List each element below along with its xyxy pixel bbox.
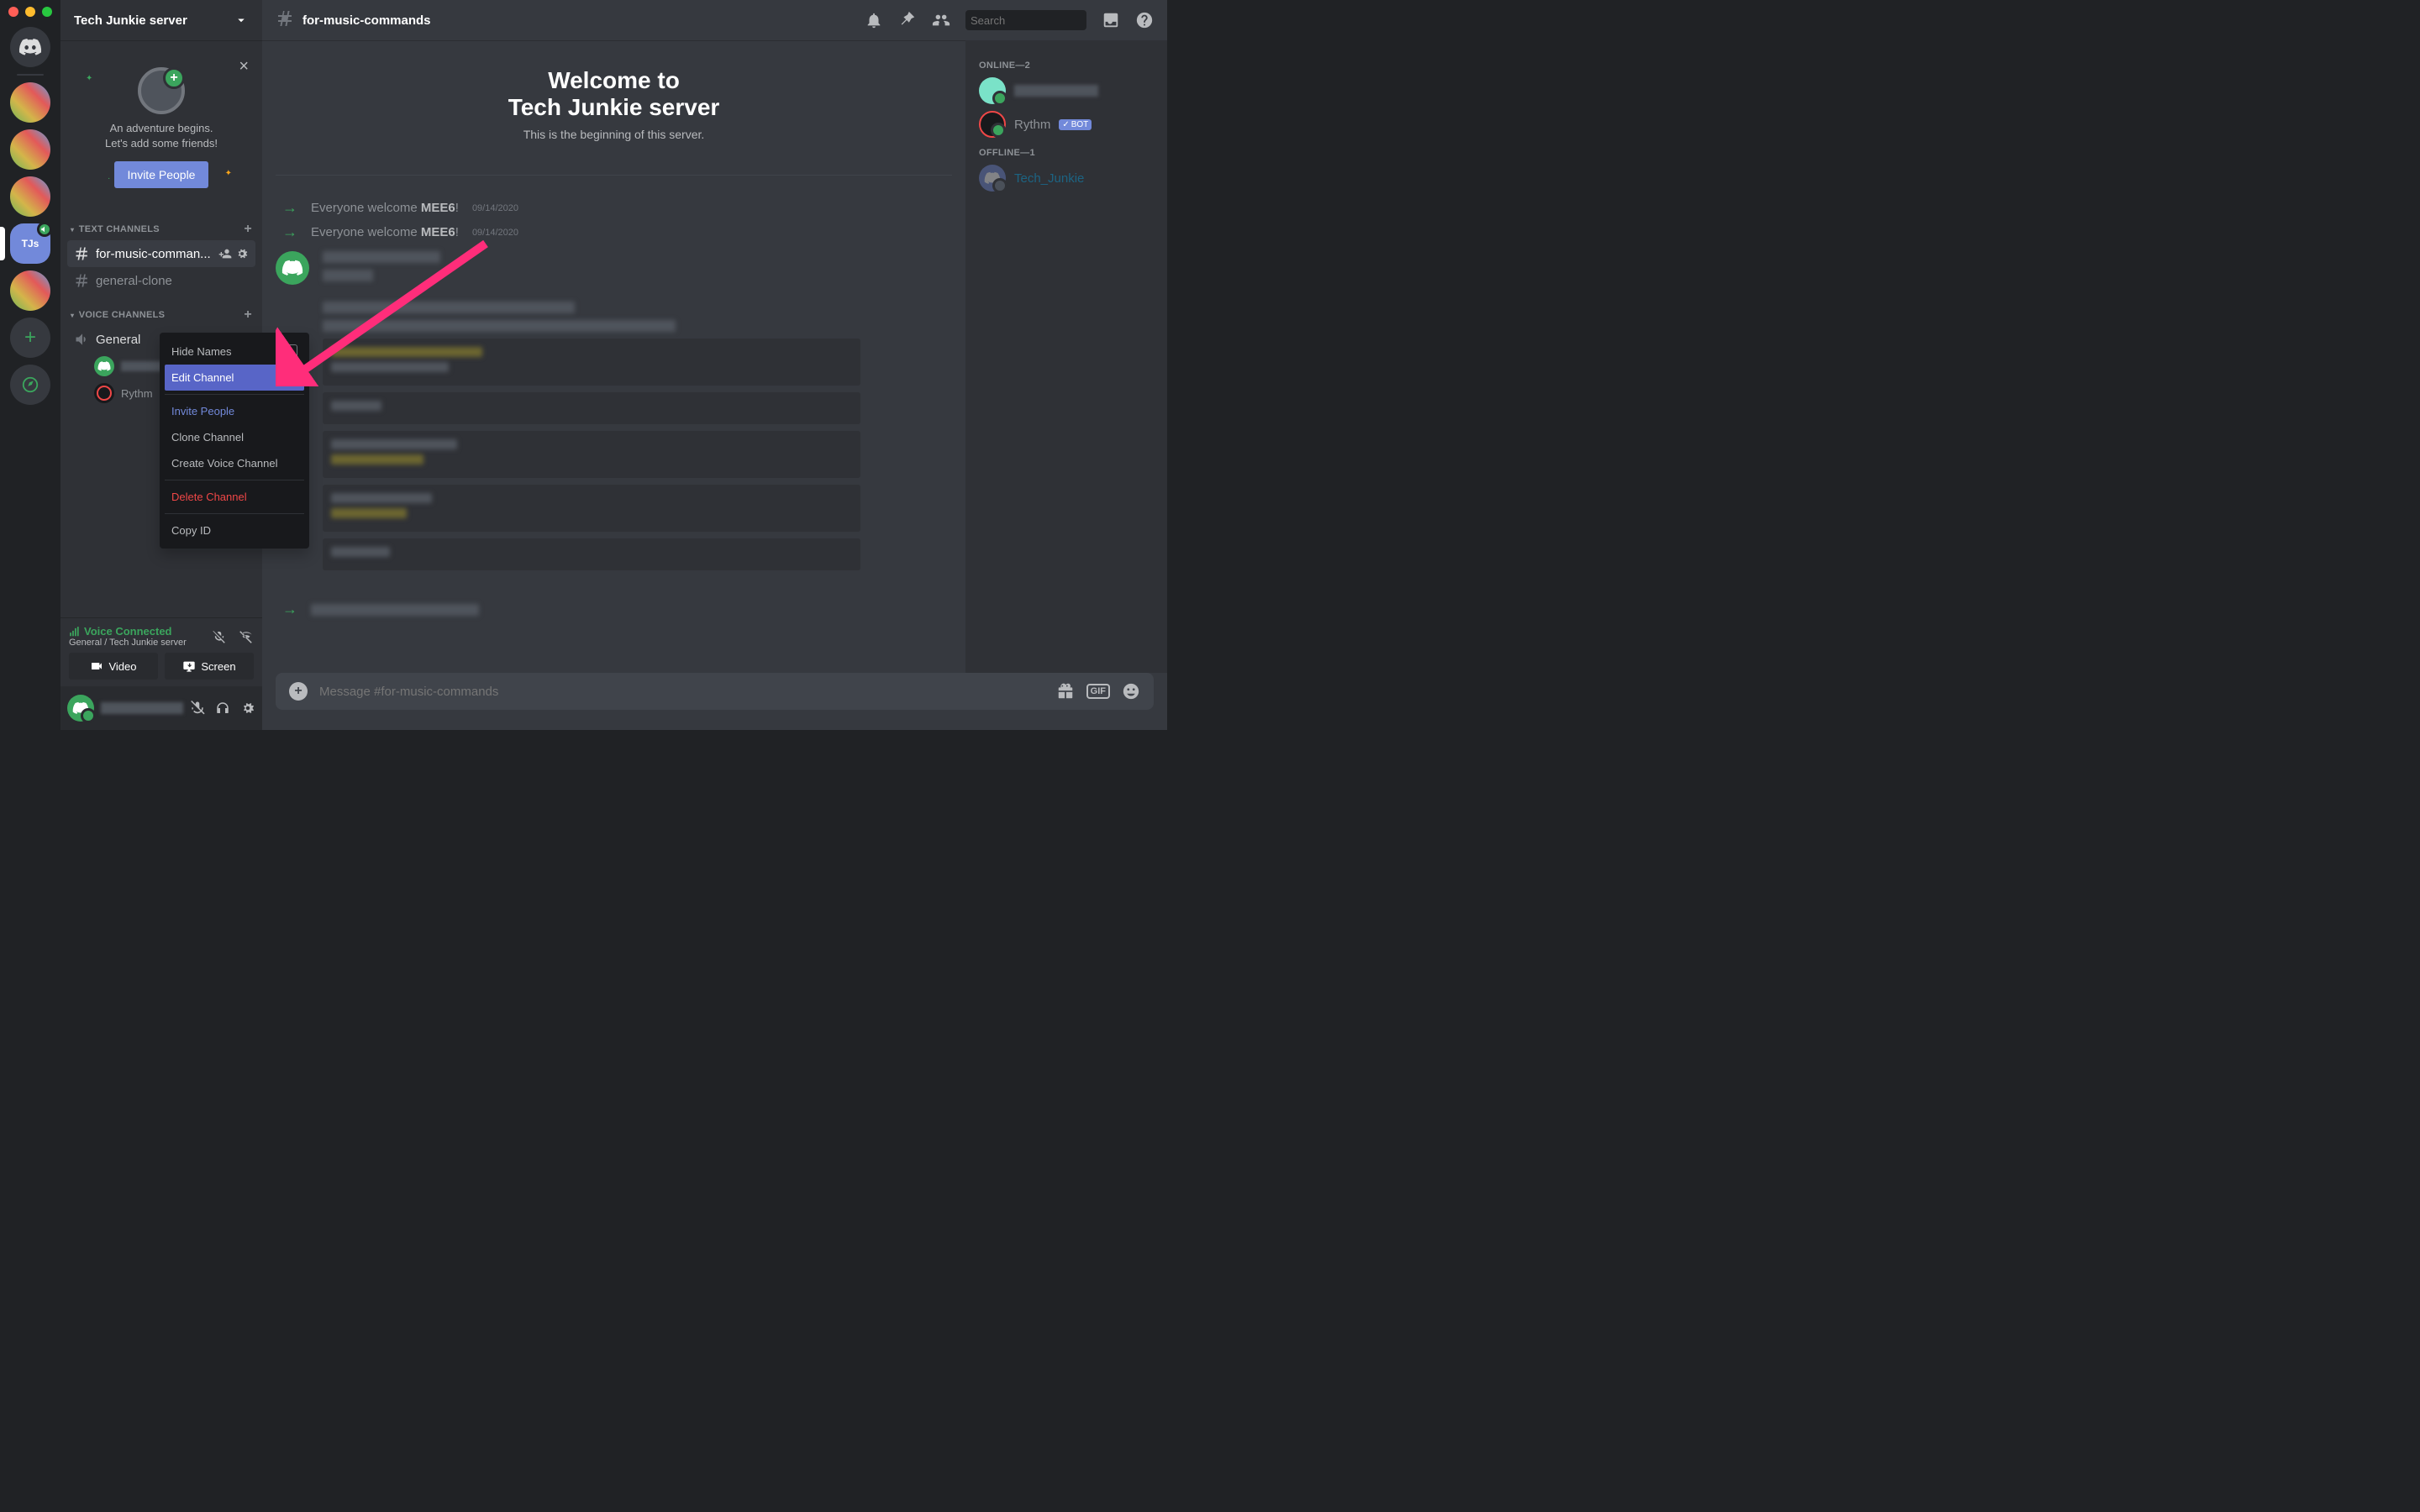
composer: + GIF xyxy=(262,673,1167,730)
inbox-icon[interactable] xyxy=(1102,11,1120,29)
server-item[interactable] xyxy=(10,82,50,123)
close-icon[interactable]: × xyxy=(239,57,249,76)
topbar: for-music-commands xyxy=(262,0,1167,40)
chevron-down-icon xyxy=(234,13,249,28)
member-item-rythm[interactable]: Rythm ✓ BOT xyxy=(972,108,1160,141)
help-icon[interactable] xyxy=(1135,11,1154,29)
noise-suppression-icon[interactable] xyxy=(212,629,227,644)
server-item-selected[interactable]: TJs xyxy=(10,223,50,264)
ctx-copy-id[interactable]: Copy ID xyxy=(165,517,304,543)
voice-indicator-icon xyxy=(37,222,52,237)
invite-card: × ✦✦· An adventure begins.Let's add some… xyxy=(67,54,255,202)
member-item[interactable] xyxy=(972,74,1160,108)
members-toggle-icon[interactable] xyxy=(932,11,950,29)
add-channel-button[interactable]: + xyxy=(244,222,252,237)
system-message: → xyxy=(282,597,952,622)
explore-button[interactable] xyxy=(10,365,50,405)
join-arrow-icon: → xyxy=(282,601,297,618)
deafen-icon[interactable] xyxy=(215,701,230,716)
message xyxy=(276,244,952,295)
add-channel-button[interactable]: + xyxy=(244,307,252,323)
server-rail: TJs + xyxy=(0,0,60,730)
attach-button[interactable]: + xyxy=(289,682,308,701)
join-arrow-icon: → xyxy=(282,199,297,217)
checkbox-icon xyxy=(284,344,297,358)
screen-share-button[interactable]: Screen xyxy=(165,653,254,680)
system-message: → Everyone welcome MEE6! 09/14/2020 xyxy=(282,196,952,220)
avatar[interactable] xyxy=(276,251,309,285)
emoji-icon[interactable] xyxy=(1122,682,1140,701)
channel-general-clone[interactable]: general-clone xyxy=(67,267,255,294)
members-list: ONLINE—2 Rythm ✓ BOT OFFLINE—1 Tech_Junk… xyxy=(965,40,1167,673)
category-text-channels[interactable]: ▾ TEXT CHANNELS + xyxy=(67,208,255,240)
server-item[interactable] xyxy=(10,270,50,311)
ctx-hide-names[interactable]: Hide Names xyxy=(165,338,304,365)
invite-icon[interactable] xyxy=(218,247,232,260)
ctx-delete-channel[interactable]: Delete Channel xyxy=(165,484,304,510)
settings-icon[interactable] xyxy=(240,701,255,716)
server-header[interactable]: Tech Junkie server xyxy=(60,0,262,40)
notifications-icon[interactable] xyxy=(865,11,883,29)
hash-icon xyxy=(276,8,296,33)
server-item[interactable] xyxy=(10,176,50,217)
voice-panel: Voice Connected General / Tech Junkie se… xyxy=(60,617,262,686)
server-name: Tech Junkie server xyxy=(74,13,187,28)
server-item[interactable] xyxy=(10,129,50,170)
gear-icon[interactable] xyxy=(235,247,249,260)
disconnect-icon[interactable] xyxy=(239,629,254,644)
mute-icon[interactable] xyxy=(190,701,205,716)
search-input[interactable] xyxy=(965,10,1086,30)
welcome-block: Welcome to Tech Junkie server This is th… xyxy=(276,54,952,155)
invite-text: An adventure begins.Let's add some frien… xyxy=(74,121,249,151)
voice-status: Voice Connected xyxy=(69,625,187,638)
members-online-header: ONLINE—2 xyxy=(972,54,1160,74)
messages: Welcome to Tech Junkie server This is th… xyxy=(262,40,965,673)
join-arrow-icon: → xyxy=(282,223,297,241)
ctx-clone-channel[interactable]: Clone Channel xyxy=(165,424,304,450)
pinned-icon[interactable] xyxy=(898,11,917,29)
home-button[interactable] xyxy=(10,27,50,67)
message-input[interactable] xyxy=(319,685,1044,699)
message xyxy=(276,295,952,584)
video-button[interactable]: Video xyxy=(69,653,158,680)
ctx-invite-people[interactable]: Invite People xyxy=(165,398,304,424)
system-message: → Everyone welcome MEE6! 09/14/2020 xyxy=(282,220,952,244)
user-panel xyxy=(60,686,262,730)
member-item-tech-junkie[interactable]: Tech_Junkie xyxy=(972,161,1160,195)
ctx-create-voice-channel[interactable]: Create Voice Channel xyxy=(165,450,304,476)
channel-for-music-commands[interactable]: for-music-comman... xyxy=(67,240,255,267)
category-voice-channels[interactable]: ▾ VOICE CHANNELS + xyxy=(67,294,255,326)
members-offline-header: OFFLINE—1 xyxy=(972,141,1160,161)
self-avatar[interactable] xyxy=(67,695,94,722)
bot-tag: ✓ BOT xyxy=(1059,119,1092,130)
gif-button[interactable]: GIF xyxy=(1086,684,1110,699)
gift-icon[interactable] xyxy=(1056,682,1075,701)
ctx-edit-channel[interactable]: Edit Channel xyxy=(165,365,304,391)
main: for-music-commands Welcome to Tech Junki… xyxy=(262,0,1167,730)
add-server-button[interactable]: + xyxy=(10,318,50,358)
invite-people-button[interactable]: Invite People xyxy=(114,161,209,188)
context-menu: Hide Names Edit Channel Invite People Cl… xyxy=(160,333,309,549)
window-controls[interactable] xyxy=(8,7,52,17)
channel-title: for-music-commands xyxy=(302,13,858,28)
avatar-placeholder-icon xyxy=(138,67,185,114)
